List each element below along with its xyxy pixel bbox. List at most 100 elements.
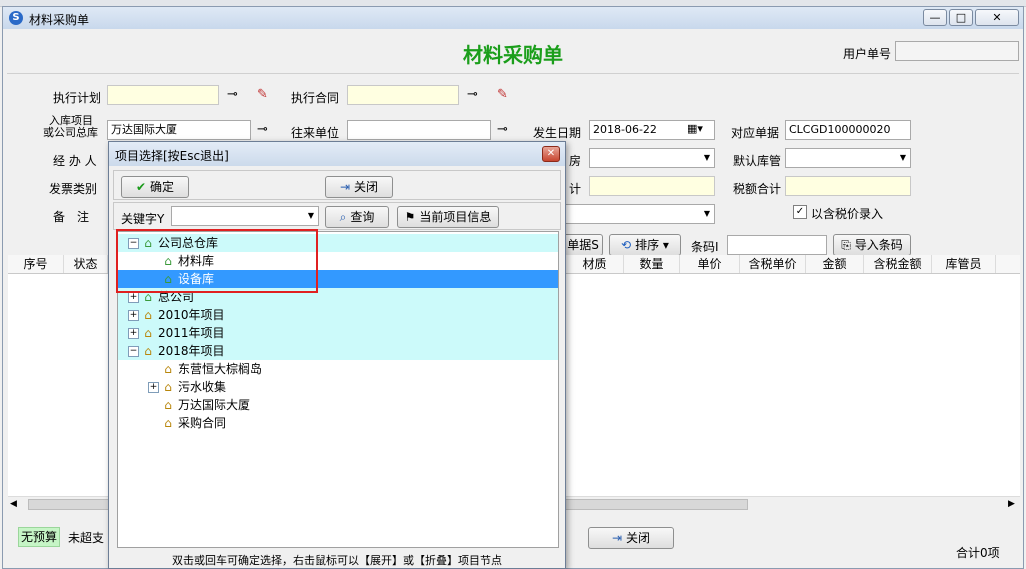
col-status[interactable]: 状态 bbox=[64, 255, 108, 273]
remark-select[interactable] bbox=[563, 204, 715, 224]
house-icon: ⌂ bbox=[164, 398, 172, 412]
house-icon: ⌂ bbox=[164, 362, 172, 376]
tree-node-label: 污水收集 bbox=[178, 380, 227, 394]
footer-close-button[interactable]: ⇥ 关闭 bbox=[588, 527, 674, 549]
house-icon: ⌂ bbox=[164, 416, 172, 430]
flag-icon: ⚑ bbox=[404, 210, 416, 224]
app-logo-icon: S bbox=[9, 11, 23, 25]
pick-partner-icon[interactable]: ⊸ bbox=[497, 122, 508, 138]
tree-node[interactable]: + ⌂ 2010年项目 bbox=[118, 306, 558, 324]
expand-icon[interactable]: + bbox=[128, 328, 139, 339]
expand-icon[interactable]: + bbox=[128, 310, 139, 321]
tree-node[interactable]: ⌂ 万达国际大厦 bbox=[118, 396, 558, 414]
col-material[interactable]: 材质 bbox=[566, 255, 624, 273]
pick-contract-icon[interactable]: ⊸ bbox=[467, 87, 478, 103]
project-field[interactable]: 万达国际大厦 bbox=[107, 120, 251, 140]
keyword-input[interactable] bbox=[171, 206, 319, 226]
col-tax-price[interactable]: 含税单价 bbox=[740, 255, 806, 273]
expand-icon[interactable]: + bbox=[128, 292, 139, 303]
warehouse-label: 房 bbox=[569, 154, 582, 168]
handler-label: 经 办 人 bbox=[53, 154, 97, 168]
collapse-icon[interactable]: − bbox=[128, 346, 139, 357]
partner-field[interactable] bbox=[347, 120, 491, 140]
tree-node-label: 东营恒大棕榈岛 bbox=[178, 362, 263, 376]
tax-total-label: 税额合计 bbox=[733, 182, 782, 196]
invoice-label: 发票类别 bbox=[49, 182, 98, 196]
total-field bbox=[589, 176, 715, 196]
col-qty[interactable]: 数量 bbox=[624, 255, 680, 273]
tree-node[interactable]: + ⌂ 污水收集 bbox=[118, 378, 558, 396]
house-icon: ⌂ bbox=[144, 326, 152, 340]
tax-total-field bbox=[785, 176, 911, 196]
house-icon: ⌂ bbox=[144, 344, 152, 358]
exit-icon: ⇥ bbox=[611, 531, 623, 545]
import-barcode-button[interactable]: ⎘ 导入条码 bbox=[833, 234, 911, 256]
sort-icon: ⟲ bbox=[621, 238, 632, 252]
exec-contract-field[interactable] bbox=[347, 85, 459, 105]
keyword-label: 关键字Y bbox=[121, 212, 165, 226]
scroll-left-icon[interactable]: ◀ bbox=[10, 499, 17, 509]
expand-icon[interactable]: + bbox=[148, 382, 159, 393]
current-project-label: 当前项目信息 bbox=[419, 210, 492, 224]
query-button[interactable]: ⌕ 查询 bbox=[325, 206, 389, 228]
clear-plan-icon[interactable]: ✎ bbox=[257, 87, 268, 103]
scroll-right-icon[interactable]: ▶ bbox=[1008, 499, 1015, 509]
col-price[interactable]: 单价 bbox=[680, 255, 740, 273]
restore-button[interactable]: □ bbox=[949, 9, 973, 26]
import-barcode-label: 导入条码 bbox=[854, 238, 903, 252]
house-icon: ⌂ bbox=[164, 380, 172, 394]
project-label-line2: 或公司总库 bbox=[43, 126, 98, 139]
tree-node[interactable]: + ⌂ 2011年项目 bbox=[118, 324, 558, 342]
header-divider bbox=[7, 73, 1019, 74]
check-icon: ✔ bbox=[135, 180, 147, 194]
total-label: 计 bbox=[569, 182, 582, 196]
tax-checkbox-label: 以含税价录入 bbox=[811, 207, 884, 221]
current-project-button[interactable]: ⚑ 当前项目信息 bbox=[397, 206, 499, 228]
tree-node-label: 采购合同 bbox=[178, 416, 227, 430]
tree-node[interactable]: ⌂ 东营恒大棕榈岛 bbox=[118, 360, 558, 378]
dialog-close-icon[interactable]: ✕ bbox=[542, 146, 560, 162]
dialog-close-button[interactable]: ⇥ 关闭 bbox=[325, 176, 393, 198]
barcode-input[interactable] bbox=[727, 235, 827, 255]
col-tax-amount[interactable]: 含税金额 bbox=[864, 255, 932, 273]
tree-node-label: 2010年项目 bbox=[158, 308, 225, 322]
dialog-title: 项目选择[按Esc退出] bbox=[115, 149, 229, 163]
confirm-button[interactable]: ✔ 确定 bbox=[121, 176, 189, 198]
exit-icon: ⇥ bbox=[339, 180, 351, 194]
partner-label: 往来单位 bbox=[291, 126, 340, 140]
user-no-field[interactable] bbox=[895, 41, 1019, 61]
exec-plan-label: 执行计划 bbox=[53, 91, 102, 105]
exec-plan-field[interactable] bbox=[107, 85, 219, 105]
warehouse-select[interactable] bbox=[589, 148, 715, 168]
dialog-close-label: 关闭 bbox=[354, 180, 379, 194]
minimize-button[interactable]: — bbox=[923, 9, 947, 26]
doc-field[interactable]: CLCGD100000020 bbox=[785, 120, 911, 140]
tree-node[interactable]: ⌂ 采购合同 bbox=[118, 414, 558, 432]
exec-contract-label: 执行合同 bbox=[291, 91, 340, 105]
window-titlebar: S 材料采购单 — □ ✕ bbox=[3, 7, 1023, 29]
not-exceed-label: 未超支 bbox=[68, 531, 105, 545]
barcode-label: 条码I bbox=[691, 240, 719, 254]
tree-node[interactable]: − ⌂ 2018年项目 bbox=[118, 342, 558, 360]
window-close-button[interactable]: ✕ bbox=[975, 9, 1019, 26]
dialog-titlebar: 项目选择[按Esc退出] ✕ bbox=[109, 142, 565, 166]
tree-node-label: 2018年项目 bbox=[158, 344, 225, 358]
calendar-icon[interactable]: ▦▾ bbox=[687, 122, 703, 135]
pick-project-icon[interactable]: ⊸ bbox=[257, 122, 268, 138]
query-label: 查询 bbox=[350, 210, 375, 224]
col-amount[interactable]: 金额 bbox=[806, 255, 864, 273]
doc-label: 对应单据 bbox=[731, 126, 780, 140]
col-keeper[interactable]: 库管员 bbox=[932, 255, 996, 273]
pick-plan-icon[interactable]: ⊸ bbox=[227, 87, 238, 103]
col-seq[interactable]: 序号 bbox=[8, 255, 64, 273]
confirm-label: 确定 bbox=[150, 180, 175, 194]
import-icon: ⎘ bbox=[841, 238, 851, 252]
window-title: 材料采购单 bbox=[29, 13, 90, 27]
tax-checkbox[interactable]: ✓ bbox=[793, 205, 807, 219]
total-count: 合计0项 bbox=[956, 546, 1000, 560]
detail-button[interactable]: 单据S bbox=[563, 234, 603, 256]
clear-contract-icon[interactable]: ✎ bbox=[497, 87, 508, 103]
sort-button[interactable]: ⟲ 排序 ▾ bbox=[609, 234, 681, 256]
annotation-highlight-box bbox=[116, 229, 318, 293]
keeper-select[interactable] bbox=[785, 148, 911, 168]
